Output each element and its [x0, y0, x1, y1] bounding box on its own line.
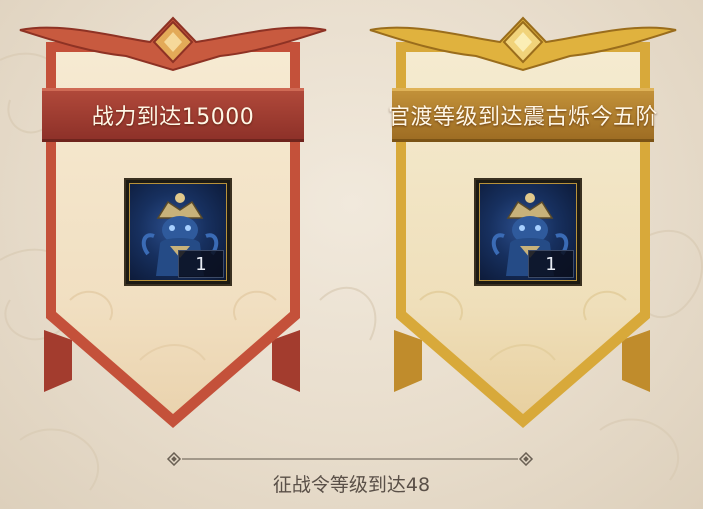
footer-divider	[166, 452, 534, 466]
reward-item-slot[interactable]: 1	[474, 178, 582, 286]
reward-condition-label: 官渡等级到达震古烁今五阶	[387, 105, 658, 130]
reward-condition-label: 战力到达15000	[91, 105, 255, 130]
reward-card-combat-power[interactable]: 战力到达15000 1	[0, 0, 340, 440]
item-count: 1	[528, 250, 574, 278]
item-count: 1	[178, 250, 224, 278]
reward-item-slot[interactable]: 1	[124, 178, 232, 286]
reward-card-guandu-level[interactable]: 官渡等级到达震古烁今五阶 1	[350, 0, 690, 440]
milestone-level-label: 征战令等级到达48	[272, 474, 431, 496]
